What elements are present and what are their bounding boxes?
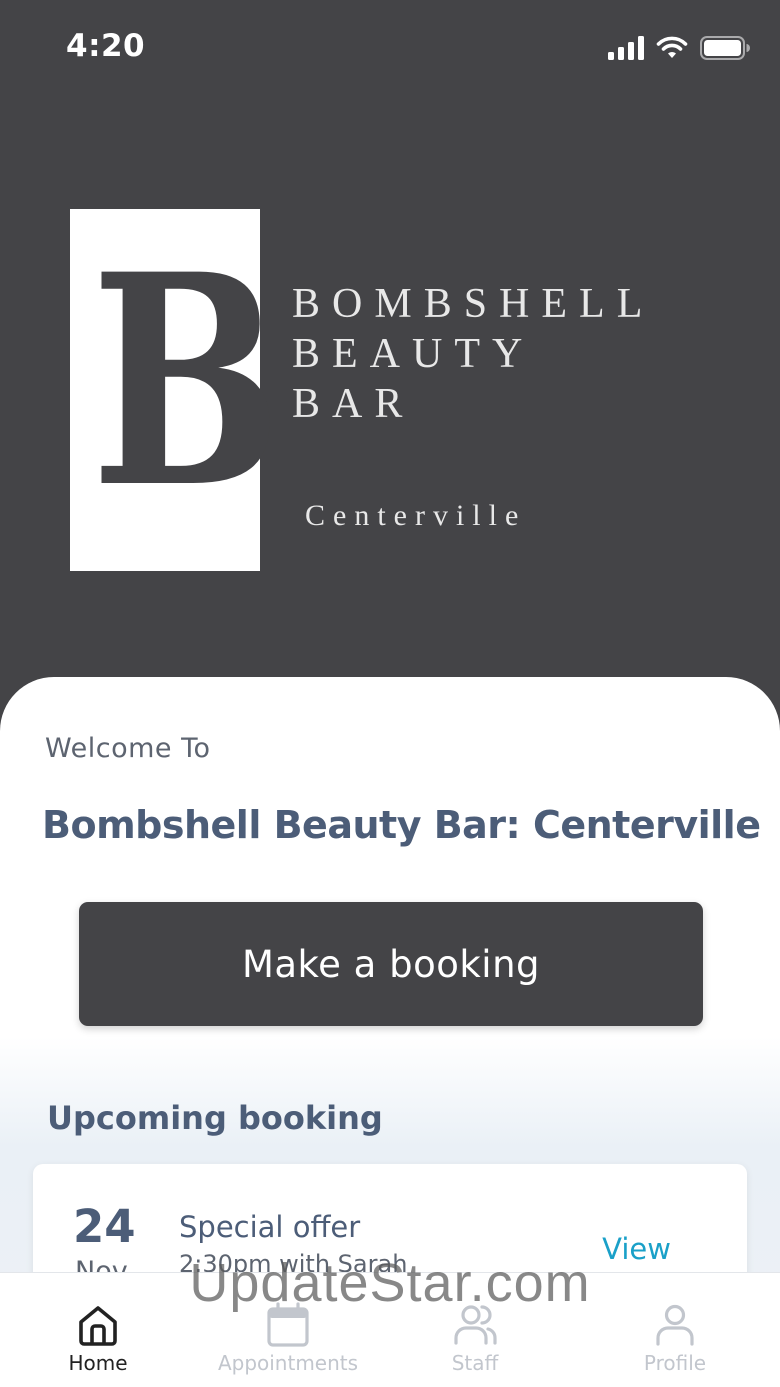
logo-letter: B	[90, 212, 283, 552]
battery-icon	[700, 36, 750, 60]
home-icon	[79, 1306, 117, 1346]
tab-bar: Home Appointments Staff Profile	[0, 1272, 780, 1387]
logo-line-2: BEAUTY	[292, 331, 535, 377]
status-icons	[608, 34, 750, 62]
profile-icon	[656, 1304, 694, 1346]
status-bar: 4:20	[0, 0, 780, 96]
tab-staff[interactable]: Staff	[385, 1273, 565, 1387]
logo-line-1: BOMBSHELL	[292, 281, 655, 327]
make-booking-button[interactable]: Make a booking	[79, 902, 703, 1026]
salon-name: Bombshell Beauty Bar: Centerville	[42, 803, 761, 847]
logo-box: B	[70, 209, 283, 571]
wifi-icon	[656, 36, 688, 58]
status-time: 4:20	[66, 28, 146, 64]
signal-icon	[608, 36, 644, 60]
tab-staff-label: Staff	[451, 1351, 499, 1375]
tab-home-label: Home	[68, 1351, 128, 1375]
calendar-icon	[267, 1302, 309, 1347]
welcome-text: Welcome To	[45, 733, 211, 764]
booking-title: Special offer	[179, 1210, 361, 1244]
tab-profile[interactable]: Profile	[585, 1273, 765, 1387]
booking-day: 24	[73, 1200, 136, 1253]
tab-profile-label: Profile	[643, 1351, 707, 1375]
view-booking-link[interactable]: View	[602, 1232, 671, 1266]
tab-home[interactable]: Home	[8, 1273, 188, 1387]
tab-appointments[interactable]: Appointments	[198, 1273, 378, 1387]
logo-line-3: BAR	[292, 381, 415, 427]
brand-logo: B BOMBSHELL BEAUTY BAR Centerville	[70, 209, 710, 571]
upcoming-booking-title: Upcoming booking	[47, 1099, 383, 1137]
logo-location: Centerville	[305, 499, 527, 532]
tab-appointments-label: Appointments	[217, 1351, 359, 1375]
staff-icon	[454, 1305, 497, 1345]
